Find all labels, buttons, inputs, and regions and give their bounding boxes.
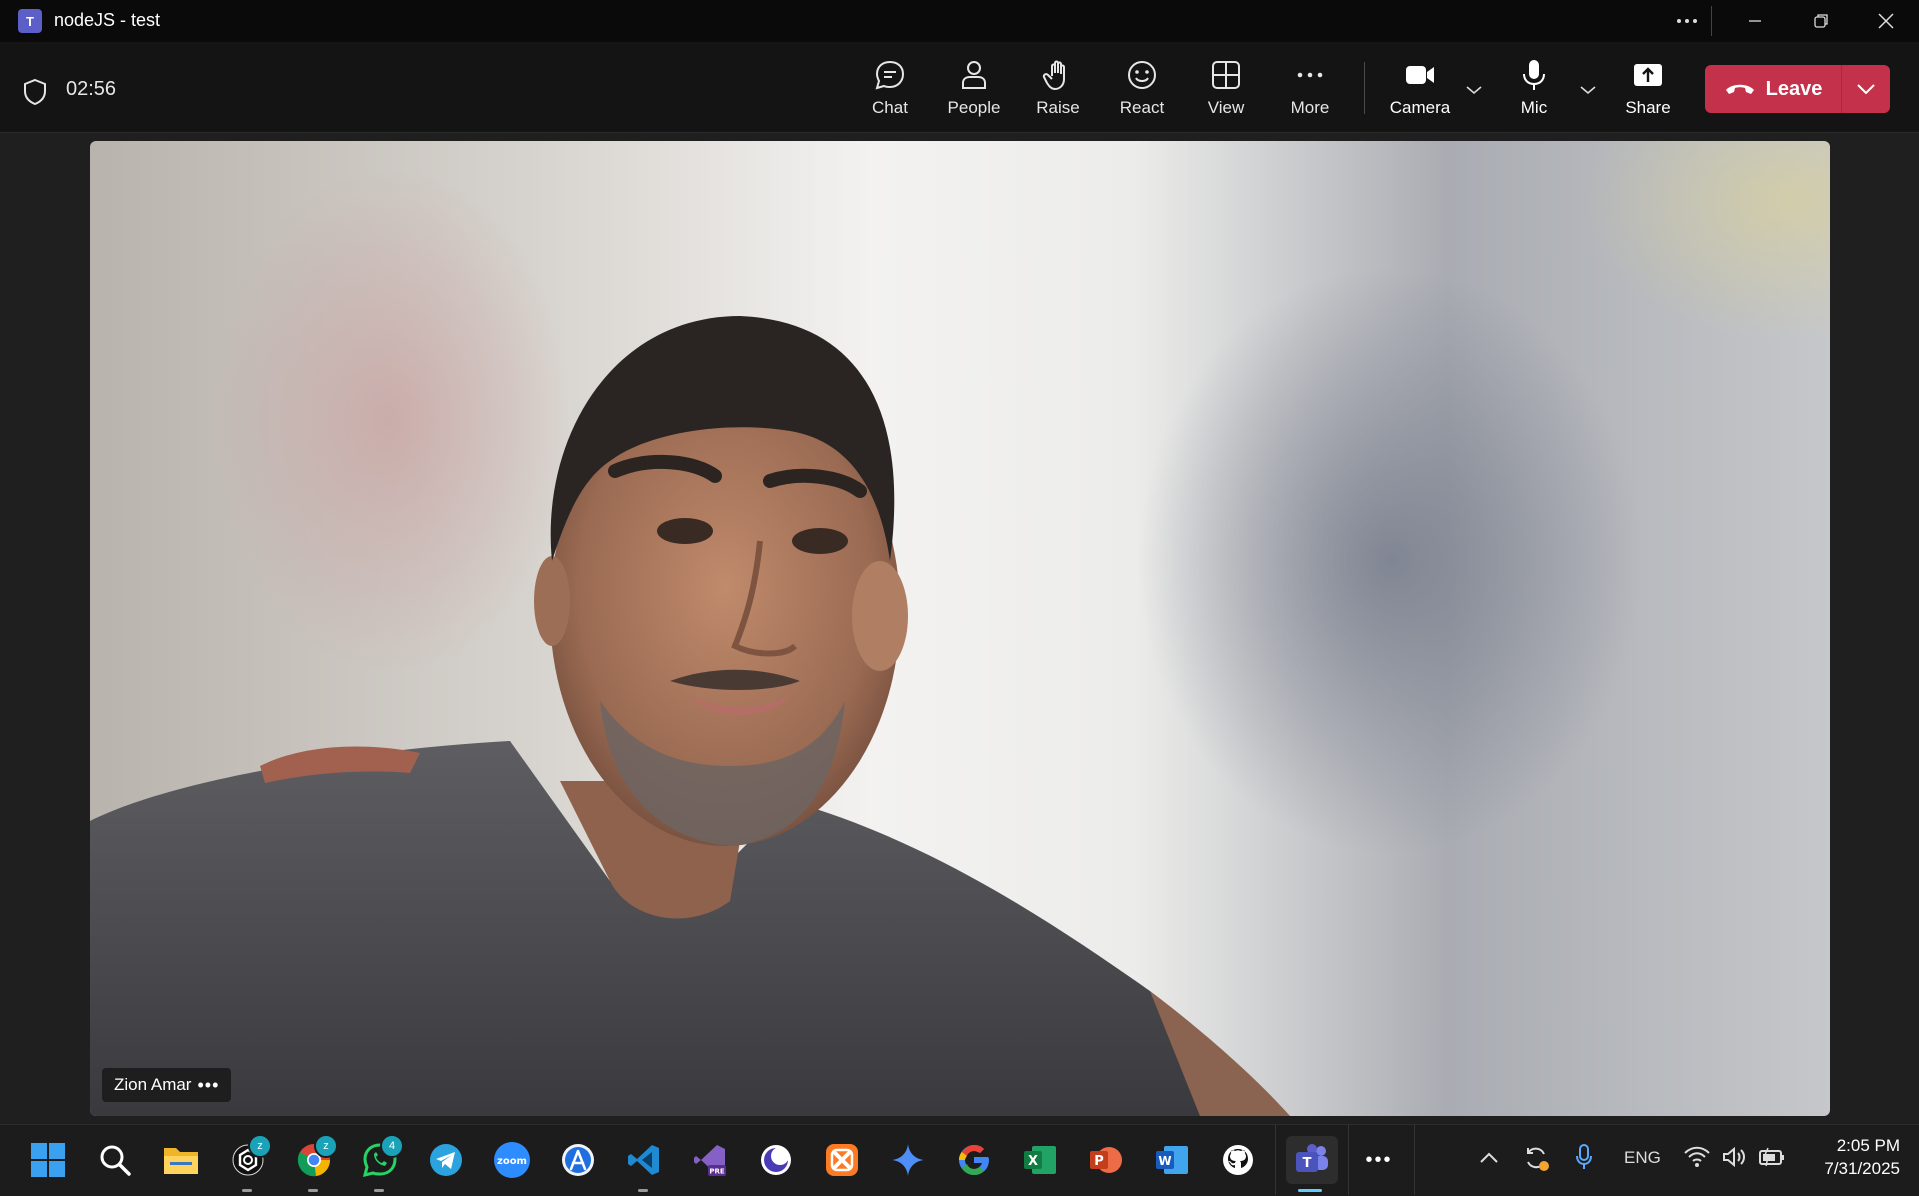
camera-label: Camera	[1389, 98, 1451, 117]
running-indicator	[374, 1189, 384, 1192]
shield-icon	[22, 78, 48, 111]
whatsapp-icon[interactable]: 4	[356, 1134, 404, 1192]
camera-options-chevron-icon[interactable]	[1460, 78, 1488, 102]
vscode-icon[interactable]	[620, 1136, 668, 1192]
github-icon[interactable]	[1214, 1136, 1262, 1184]
teams-icon[interactable]: T	[1286, 1136, 1338, 1192]
chatgpt-icon[interactable]: z	[224, 1134, 272, 1192]
taskbar-overflow-icon[interactable]: •••	[1355, 1136, 1403, 1184]
toolbar-separator	[1364, 62, 1365, 114]
google-icon[interactable]	[950, 1136, 998, 1184]
react-label: React	[1119, 98, 1165, 117]
powerpoint-label: P	[1094, 1154, 1104, 1169]
sync-icon[interactable]	[1522, 1144, 1550, 1177]
excel-icon[interactable]: X	[1016, 1136, 1064, 1184]
wifi-icon[interactable]	[1684, 1146, 1710, 1173]
telegram-icon[interactable]	[422, 1136, 470, 1184]
running-indicator	[308, 1189, 318, 1192]
smiley-icon	[1128, 61, 1156, 89]
minimize-button[interactable]	[1722, 0, 1788, 42]
participant-video-tile[interactable]: Zion Amar •••	[90, 141, 1830, 1116]
running-indicator	[638, 1189, 648, 1192]
leave-button-group: Leave	[1705, 65, 1890, 113]
leave-options-chevron-icon[interactable]	[1842, 65, 1890, 113]
chatgpt-badge: z	[248, 1134, 272, 1158]
preview-label: PRE	[709, 1168, 725, 1176]
volume-icon[interactable]	[1722, 1146, 1748, 1173]
word-label: W	[1158, 1154, 1171, 1168]
raise-hand-icon	[1042, 60, 1065, 90]
visual-studio-icon[interactable]: PRE	[686, 1136, 734, 1184]
microphone-tray-icon[interactable]	[1575, 1143, 1593, 1176]
people-icon	[962, 61, 986, 89]
grid-view-icon	[1212, 61, 1240, 89]
whatsapp-badge: 4	[380, 1134, 404, 1158]
chat-label: Chat	[872, 98, 908, 117]
mic-label: Mic	[1520, 98, 1548, 117]
arc-icon[interactable]	[752, 1136, 800, 1184]
share-label: Share	[1625, 98, 1671, 117]
word-icon[interactable]: W	[1148, 1136, 1196, 1184]
running-indicator	[242, 1189, 252, 1192]
search-icon[interactable]	[91, 1136, 139, 1184]
chrome-icon[interactable]: z	[290, 1134, 338, 1192]
mic-button[interactable]: Mic	[1492, 58, 1576, 128]
leave-label: Leave	[1765, 77, 1823, 100]
raise-label: Raise	[1036, 98, 1080, 117]
mic-options-chevron-icon[interactable]	[1574, 78, 1602, 102]
chrome-badge: z	[314, 1134, 338, 1158]
chat-button[interactable]: Chat	[848, 58, 932, 128]
close-button[interactable]	[1853, 0, 1919, 42]
xampp-icon[interactable]	[818, 1136, 866, 1184]
more-button[interactable]: More	[1268, 58, 1352, 128]
participant-more-icon[interactable]: •••	[197, 1075, 219, 1096]
teams-logo-icon: T	[18, 9, 42, 33]
folder-icon[interactable]	[157, 1136, 205, 1184]
system-clock[interactable]: 2:05 PM 7/31/2025	[1770, 1134, 1900, 1180]
title-separator	[1711, 6, 1712, 36]
hang-up-icon	[1725, 84, 1754, 94]
teams-label: T	[1303, 1156, 1312, 1171]
windows-logo-icon[interactable]	[24, 1136, 72, 1184]
people-button[interactable]: People	[932, 58, 1016, 128]
restore-button[interactable]	[1788, 0, 1854, 42]
view-button[interactable]: View	[1184, 58, 1268, 128]
view-label: View	[1207, 98, 1245, 117]
chat-icon	[875, 60, 905, 90]
leave-button[interactable]: Leave	[1705, 65, 1841, 113]
zoom-label: zoom	[497, 1156, 527, 1167]
excel-label: X	[1028, 1154, 1038, 1169]
clock-time: 2:05 PM	[1836, 1136, 1900, 1155]
language-indicator[interactable]: ENG	[1624, 1148, 1661, 1168]
camera-button[interactable]: Camera	[1378, 58, 1462, 128]
app-store-icon[interactable]	[554, 1136, 602, 1184]
participant-name-tag: Zion Amar •••	[102, 1068, 232, 1102]
share-button[interactable]: Share	[1606, 58, 1690, 128]
more-label: More	[1290, 98, 1330, 117]
react-button[interactable]: React	[1100, 58, 1184, 128]
share-screen-icon	[1634, 64, 1662, 86]
people-label: People	[947, 98, 1001, 117]
taskbar-separator	[1348, 1124, 1349, 1195]
more-icon	[1297, 72, 1323, 78]
mic-icon	[1523, 60, 1545, 90]
window-title: nodeJS - test	[54, 10, 161, 30]
meeting-timer: 02:56	[66, 78, 117, 100]
clock-date: 7/31/2025	[1824, 1159, 1900, 1178]
gemini-icon[interactable]	[884, 1136, 932, 1184]
raise-hand-button[interactable]: Raise	[1016, 58, 1100, 128]
chevron-up-icon[interactable]	[1480, 1149, 1498, 1169]
taskbar-separator	[1414, 1124, 1415, 1195]
title-bar: T nodeJS - test	[0, 0, 1919, 42]
overflow-label: •••	[1365, 1148, 1393, 1171]
participant-name: Zion Amar	[114, 1075, 192, 1094]
zoom-icon[interactable]: zoom	[488, 1136, 536, 1184]
camera-icon	[1406, 66, 1434, 84]
participant-video-feed	[90, 316, 1290, 1116]
powerpoint-icon[interactable]: P	[1082, 1136, 1130, 1184]
active-indicator	[1298, 1189, 1322, 1192]
taskbar-separator	[1275, 1124, 1276, 1195]
